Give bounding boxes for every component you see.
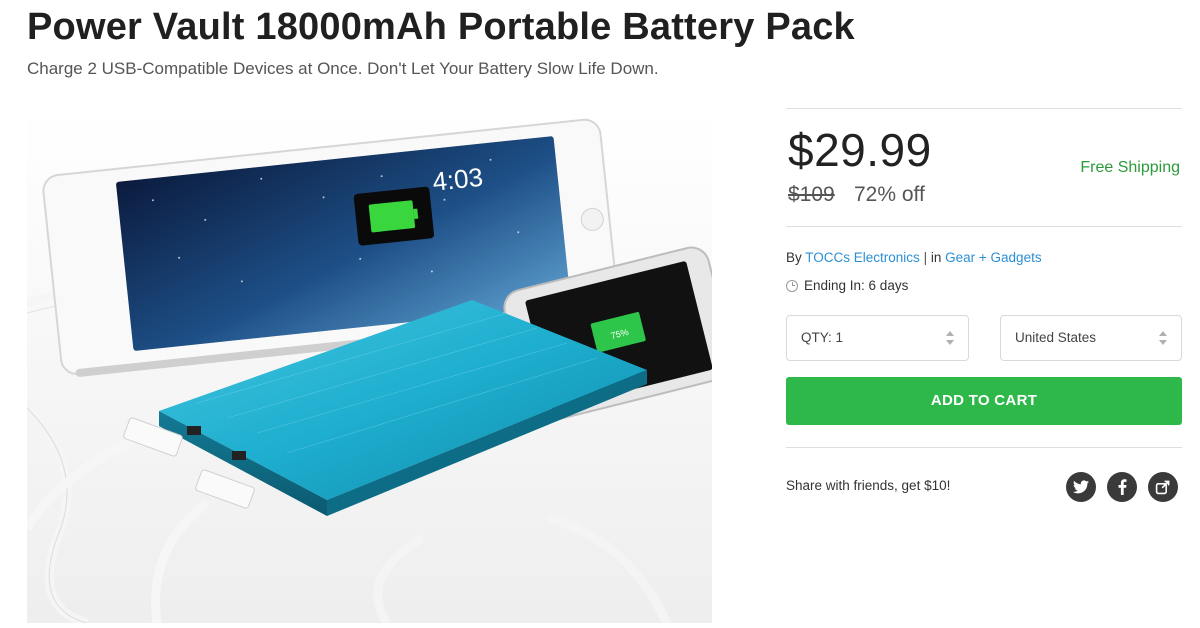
share-icon[interactable]: [1148, 472, 1178, 502]
in-prefix: in: [930, 250, 942, 265]
vendor-line: By TOCCs Electronics | in Gear + Gadgets: [786, 250, 1042, 265]
quantity-value: QTY: 1: [801, 330, 844, 345]
country-value: United States: [1015, 330, 1097, 345]
product-image: 4:03 75%: [27, 108, 712, 623]
tablet-clock-text: 4:03: [431, 162, 484, 197]
price-section: $29.99 $109 72% off Free Shipping: [786, 109, 1182, 226]
discount-label: 72% off: [854, 183, 925, 206]
facebook-icon[interactable]: [1107, 472, 1137, 502]
select-arrows-icon: [1159, 331, 1167, 345]
select-arrows-icon: [946, 331, 954, 345]
share-text: Share with friends, get $10!: [786, 478, 951, 493]
free-shipping-label: Free Shipping: [1080, 159, 1180, 176]
original-price: $109: [788, 183, 835, 206]
category-link[interactable]: Gear + Gadgets: [945, 250, 1041, 265]
vendor-link[interactable]: TOCCs Electronics: [805, 250, 920, 265]
divider: [786, 447, 1182, 448]
country-select[interactable]: United States: [1000, 315, 1182, 361]
purchase-panel: $29.99 $109 72% off Free Shipping By TOC…: [786, 108, 1182, 502]
ending-info: Ending In: 6 days: [786, 278, 908, 293]
ending-text: Ending In: 6 days: [804, 278, 909, 293]
product-meta: By TOCCs Electronics | in Gear + Gadgets…: [786, 227, 1182, 317]
add-to-cart-button[interactable]: ADD TO CART: [786, 377, 1182, 425]
quantity-select[interactable]: QTY: 1: [786, 315, 969, 361]
options-row: QTY: 1 United States: [786, 315, 1182, 361]
twitter-icon[interactable]: [1066, 472, 1096, 502]
clock-icon: [786, 279, 798, 292]
social-buttons: [1066, 472, 1178, 502]
product-title: Power Vault 18000mAh Portable Battery Pa…: [27, 6, 855, 48]
sale-price: $29.99: [788, 124, 932, 176]
by-prefix: By: [786, 250, 802, 265]
product-subtitle: Charge 2 USB-Compatible Devices at Once.…: [27, 59, 659, 78]
separator: |: [923, 250, 928, 265]
